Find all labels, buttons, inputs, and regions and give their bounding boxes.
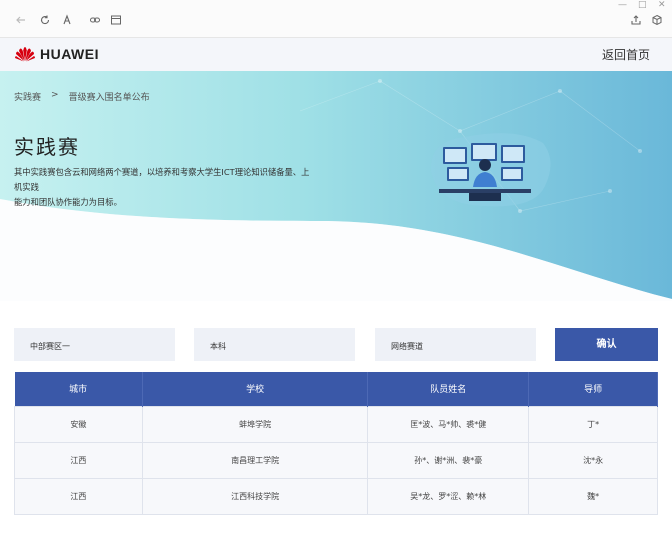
description-line: 能力和团队协作能力为目标。	[14, 197, 122, 207]
back-icon[interactable]	[15, 14, 27, 26]
track-select[interactable]: 网络赛道	[375, 328, 536, 361]
refresh-icon[interactable]	[39, 14, 51, 26]
cell-mentor: 魏*	[528, 477, 658, 515]
window-icon[interactable]	[110, 14, 122, 26]
page-title: 实践赛	[14, 135, 80, 159]
table-row: 安徽 蚌埠学院 匡*波、马*帅、裘*健 丁*	[14, 405, 658, 443]
confirm-button[interactable]: 确认	[555, 328, 658, 361]
breadcrumb: 实践赛 > 晋级赛入围名单公布	[14, 90, 150, 103]
results-table: 城市 学校 队员姓名 导师 安徽 蚌埠学院 匡*波、马*帅、裘*健 丁* 江西 …	[14, 372, 658, 515]
cell-city: 江西	[14, 477, 143, 515]
description-line: 其中实践赛包含云和网络两个赛道，以培养和考察大学生ICT理论知识储备量、上机实践	[14, 167, 310, 192]
cell-members: 吴*龙、罗*涩、赖*林	[367, 477, 530, 515]
cell-school: 南昌理工学院	[141, 441, 369, 479]
site-header: HUAWEI 返回首页	[0, 38, 672, 71]
breadcrumb-item-current: 晋级赛入围名单公布	[68, 93, 150, 103]
table-header-row: 城市 学校 队员姓名 导师	[14, 372, 658, 406]
minimize-icon[interactable]: —	[618, 0, 627, 10]
header-members: 队员姓名	[367, 372, 530, 406]
close-icon[interactable]: ✕	[658, 0, 666, 10]
reader-mode-icon[interactable]	[61, 14, 73, 26]
table-row: 江西 江西科技学院 吴*龙、罗*涩、赖*林 魏*	[14, 477, 658, 515]
cell-mentor: 沈*永	[528, 441, 658, 479]
header-school: 学校	[142, 372, 369, 406]
huawei-petal-icon	[15, 47, 35, 62]
cell-school: 蚌埠学院	[141, 405, 369, 443]
header-city: 城市	[14, 372, 143, 406]
back-home-link[interactable]: 返回首页	[602, 46, 650, 63]
cell-city: 安徽	[14, 405, 143, 443]
region-select[interactable]: 中部赛区一	[14, 328, 175, 361]
level-select[interactable]: 本科	[194, 328, 355, 361]
cell-members: 匡*波、马*帅、裘*健	[367, 405, 530, 443]
huawei-logo[interactable]: HUAWEI	[14, 46, 99, 62]
breadcrumb-item-practice[interactable]: 实践赛	[14, 90, 41, 103]
hero-banner: 实践赛 > 晋级赛入围名单公布 实践赛 其中实践赛包含云和网络两个赛道，以培养和…	[0, 71, 672, 301]
filter-bar: 中部赛区一 本科 网络赛道 确认	[14, 328, 658, 361]
share-icon[interactable]	[630, 14, 642, 26]
workstation-illustration	[430, 133, 551, 207]
brand-name: HUAWEI	[40, 46, 99, 62]
maximize-icon[interactable]: □	[638, 0, 647, 10]
cell-school: 江西科技学院	[141, 477, 369, 515]
page-description: 其中实践赛包含云和网络两个赛道，以培养和考察大学生ICT理论知识储备量、上机实践…	[14, 165, 314, 210]
cell-members: 孙*、谢*洲、裴*豪	[367, 441, 530, 479]
cube-icon[interactable]	[651, 14, 663, 26]
cell-city: 江西	[14, 441, 143, 479]
cell-mentor: 丁*	[528, 405, 658, 443]
table-row: 江西 南昌理工学院 孙*、谢*洲、裴*豪 沈*永	[14, 441, 658, 479]
header-mentor: 导师	[528, 372, 658, 406]
browser-toolbar: — □ ✕	[0, 0, 672, 38]
breadcrumb-separator: >	[51, 90, 59, 100]
link-icon[interactable]	[89, 14, 101, 26]
